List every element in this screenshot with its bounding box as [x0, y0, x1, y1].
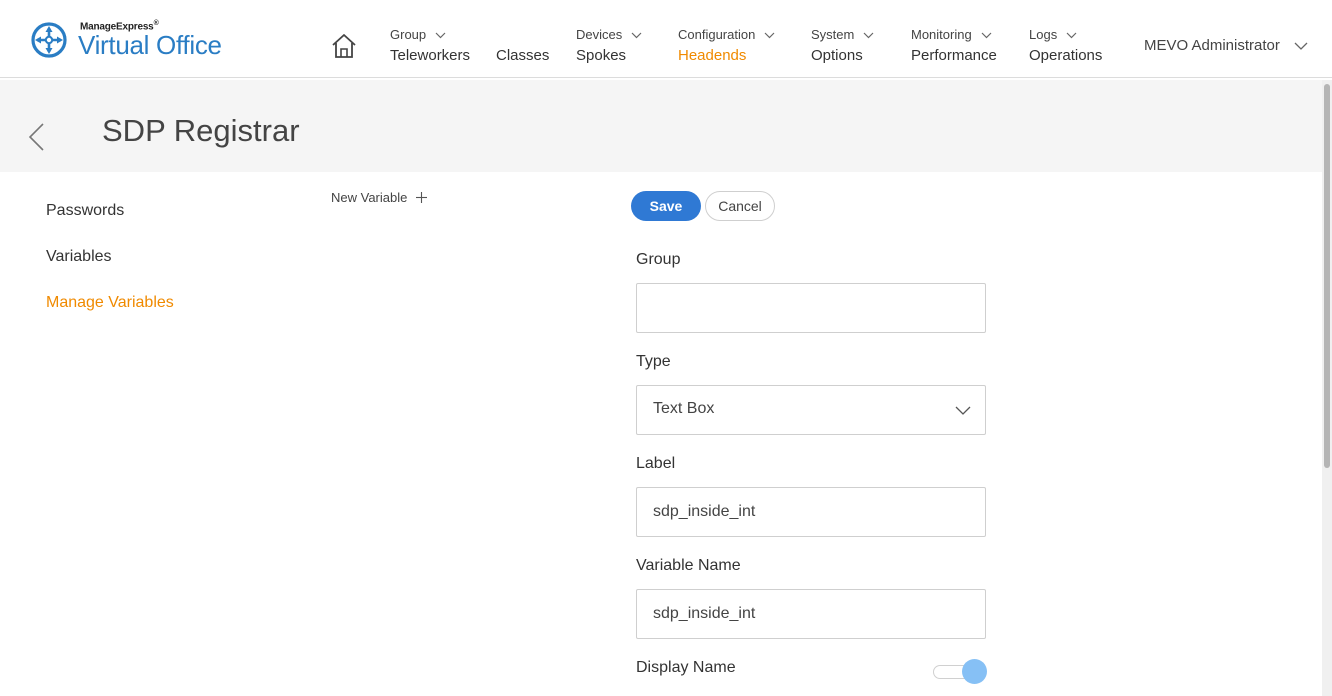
label-field-label: Label: [636, 455, 676, 472]
sidebar-item-variables[interactable]: Variables: [46, 248, 112, 266]
nav-configuration-headends[interactable]: Configuration Headends: [678, 26, 775, 64]
variable-name-label: Variable Name: [636, 557, 741, 574]
nav-logs-operations[interactable]: Logs Operations: [1029, 26, 1102, 64]
type-select[interactable]: Text Box: [636, 385, 986, 435]
nav-menu-system[interactable]: System: [811, 26, 874, 44]
top-header: ManageExpress® Virtual Office Group Tele…: [0, 0, 1332, 78]
plus-icon: [416, 192, 428, 203]
chevron-down-icon: [955, 406, 971, 415]
scrollbar-thumb[interactable]: [1324, 84, 1330, 468]
nav-system-options[interactable]: System Options: [811, 26, 874, 64]
nav-link-teleworkers[interactable]: Teleworkers: [390, 47, 470, 64]
nav-devices-spokes[interactable]: Devices Spokes: [576, 26, 642, 64]
home-icon[interactable]: [331, 33, 357, 59]
nav-menu-configuration[interactable]: Configuration: [678, 26, 775, 44]
chevron-down-icon: [981, 32, 992, 38]
variable-name-input[interactable]: [636, 589, 986, 639]
group-input[interactable]: [636, 283, 986, 333]
nav-menu-group[interactable]: Group: [390, 26, 446, 44]
new-variable-button[interactable]: New Variable: [331, 190, 428, 205]
display-name-label: Display Name: [636, 659, 736, 676]
sidebar-item-passwords[interactable]: Passwords: [46, 202, 124, 220]
nav-monitoring-performance[interactable]: Monitoring Performance: [911, 26, 997, 64]
chevron-down-icon: [435, 32, 446, 38]
chevron-down-icon: [1066, 32, 1077, 38]
nav-link-headends[interactable]: Headends: [678, 47, 746, 64]
chevron-down-icon: [863, 32, 874, 38]
display-name-toggle[interactable]: [933, 659, 987, 684]
page-title: SDP Registrar: [102, 113, 300, 148]
nav-menu-devices[interactable]: Devices: [576, 26, 642, 44]
logo-app-name: Virtual Office: [78, 30, 222, 60]
toggle-knob: [962, 659, 987, 684]
group-label: Group: [636, 251, 681, 268]
nav-link-spokes[interactable]: Spokes: [576, 47, 626, 64]
type-label: Type: [636, 353, 671, 370]
back-chevron-icon[interactable]: [27, 122, 45, 152]
cancel-button[interactable]: Cancel: [705, 191, 775, 221]
save-button[interactable]: Save: [631, 191, 701, 221]
app-logo[interactable]: ManageExpress® Virtual Office: [30, 18, 250, 64]
nav-link-performance[interactable]: Performance: [911, 47, 997, 64]
chevron-down-icon: [1294, 42, 1308, 50]
nav-menu-logs[interactable]: Logs: [1029, 26, 1077, 44]
nav-group-teleworkers[interactable]: Group Teleworkers: [390, 26, 470, 64]
user-menu[interactable]: MEVO Administrator: [1144, 37, 1308, 54]
label-input[interactable]: [636, 487, 986, 537]
nav-link-operations[interactable]: Operations: [1029, 47, 1102, 64]
vertical-scrollbar[interactable]: [1322, 80, 1332, 696]
sidebar-item-manage-variables[interactable]: Manage Variables: [46, 294, 174, 312]
new-variable-label: New Variable: [331, 190, 408, 205]
user-name: MEVO Administrator: [1144, 37, 1280, 54]
chevron-down-icon: [764, 32, 775, 38]
chevron-down-icon: [631, 32, 642, 38]
nav-menu-monitoring[interactable]: Monitoring: [911, 26, 992, 44]
nav-link-options[interactable]: Options: [811, 47, 863, 64]
page-title-bar: SDP Registrar: [0, 80, 1322, 172]
nav-link-classes[interactable]: Classes: [496, 47, 549, 64]
compass-logo-icon: [31, 22, 67, 58]
type-selected-value: Text Box: [653, 400, 715, 417]
